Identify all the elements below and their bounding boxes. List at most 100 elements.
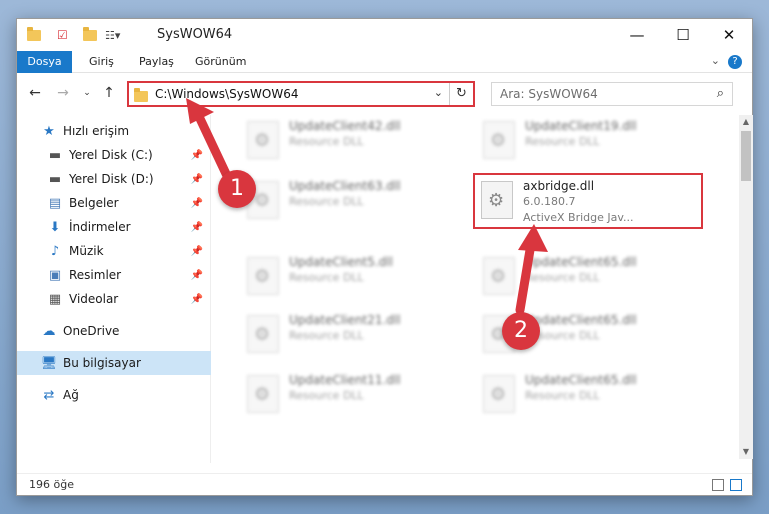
file-type: Resource DLL xyxy=(525,271,600,284)
sidebar-item-videos[interactable]: ▦ Videolar 📌 xyxy=(17,287,211,311)
quick-access-customize-icon[interactable]: ☷▾ xyxy=(105,27,120,43)
file-type: Resource DLL xyxy=(525,389,600,402)
address-dropdown-icon[interactable]: ⌄ xyxy=(434,86,443,99)
scroll-down-icon[interactable]: ▼ xyxy=(739,445,753,459)
file-tile[interactable]: UpdateClient11.dll Resource DLL xyxy=(241,369,471,425)
tab-home[interactable]: Giriş xyxy=(77,51,126,73)
file-name: UpdateClient19.dll xyxy=(525,119,637,133)
help-icon[interactable]: ? xyxy=(728,55,742,69)
address-path[interactable]: C:\Windows\SysWOW64 xyxy=(155,87,299,101)
pin-icon[interactable]: 📌 xyxy=(191,150,203,161)
minimize-button[interactable]: — xyxy=(614,19,660,51)
file-type: Resource DLL xyxy=(289,329,364,342)
file-type: Resource DLL xyxy=(289,195,364,208)
file-tile[interactable]: UpdateClient63.dll Resource DLL xyxy=(241,175,471,231)
folder-icon xyxy=(27,26,41,43)
file-name: UpdateClient63.dll xyxy=(289,179,401,193)
address-bar[interactable]: C:\Windows\SysWOW64 ⌄ ↻ xyxy=(127,81,475,107)
window-title: SysWOW64 xyxy=(157,27,233,42)
sidebar-item-onedrive[interactable]: ☁ OneDrive xyxy=(17,319,211,343)
computer-icon: 🖥 xyxy=(40,355,58,371)
sidebar-item-label: OneDrive xyxy=(63,324,120,338)
explorer-window: ☑ ☷▾ SysWOW64 — ☐ ✕ Dosya Giriş Paylaş G… xyxy=(16,18,753,496)
sidebar-item-this-pc[interactable]: 🖥 Bu bilgisayar xyxy=(17,351,211,375)
file-name: axbridge.dll xyxy=(523,179,595,193)
refresh-button[interactable]: ↻ xyxy=(449,83,473,105)
dll-file-icon xyxy=(483,375,515,413)
sidebar-item-downloads[interactable]: ⬇ İndirmeler 📌 xyxy=(17,215,211,239)
status-bar: 196 öğe xyxy=(17,473,752,495)
properties-icon[interactable]: ☑ xyxy=(57,27,71,43)
item-count: 196 öğe xyxy=(29,478,74,491)
pin-icon[interactable]: 📌 xyxy=(191,222,203,233)
search-icon[interactable]: ⌕ xyxy=(717,86,724,101)
details-view-icon[interactable] xyxy=(712,479,724,491)
file-name: UpdateClient65.dll xyxy=(525,255,637,269)
sidebar-item-pictures[interactable]: ▣ Resimler 📌 xyxy=(17,263,211,287)
search-input[interactable]: Ara: SysWOW64 xyxy=(500,87,598,101)
tab-share[interactable]: Paylaş xyxy=(127,51,186,73)
dll-file-icon xyxy=(247,315,279,353)
file-name: UpdateClient11.dll xyxy=(289,373,401,387)
download-icon: ⬇ xyxy=(49,219,61,235)
dll-file-icon xyxy=(247,257,279,295)
network-icon: ⇄ xyxy=(43,387,55,403)
pictures-icon: ▣ xyxy=(48,267,62,283)
new-folder-icon[interactable] xyxy=(83,26,97,43)
dll-file-icon xyxy=(483,257,515,295)
file-type: Resource DLL xyxy=(289,135,364,148)
file-tile[interactable]: UpdateClient21.dll Resource DLL xyxy=(241,309,471,365)
recent-locations-button[interactable]: ⌄ xyxy=(77,83,97,103)
file-type: Resource DLL xyxy=(289,389,364,402)
sidebar-item-disk-c[interactable]: ▬ Yerel Disk (C:) 📌 xyxy=(17,143,211,167)
maximize-button[interactable]: ☐ xyxy=(660,19,706,51)
step-badge-1: 1 xyxy=(218,170,256,208)
videos-icon: ▦ xyxy=(48,291,62,307)
vertical-scrollbar[interactable]: ▲ ▼ xyxy=(739,115,753,459)
up-button[interactable]: ↑ xyxy=(99,83,119,103)
file-tile[interactable]: UpdateClient65.dll Resource DLL xyxy=(477,369,707,425)
forward-button[interactable]: → xyxy=(53,83,73,103)
documents-icon: ▤ xyxy=(48,195,62,211)
file-tile[interactable]: UpdateClient19.dll Resource DLL xyxy=(477,115,707,171)
navigation-bar: ← → ⌄ ↑ C:\Windows\SysWOW64 ⌄ ↻ Ara: Sys… xyxy=(17,77,752,109)
search-box[interactable]: Ara: SysWOW64 ⌕ xyxy=(491,82,733,106)
back-button[interactable]: ← xyxy=(25,83,45,103)
sidebar-item-quick-access[interactable]: ★ Hızlı erişim xyxy=(17,119,211,143)
sidebar-item-label: Ağ xyxy=(63,388,79,402)
sidebar-item-music[interactable]: ♪ Müzik 📌 xyxy=(17,239,211,263)
drive-icon: ▬ xyxy=(48,171,62,187)
sidebar-item-network[interactable]: ⇄ Ağ xyxy=(17,383,211,407)
scroll-up-icon[interactable]: ▲ xyxy=(739,115,753,129)
pin-icon[interactable]: 📌 xyxy=(191,246,203,257)
pin-icon[interactable]: 📌 xyxy=(191,270,203,281)
sidebar-item-disk-d[interactable]: ▬ Yerel Disk (D:) 📌 xyxy=(17,167,211,191)
large-icons-view-icon[interactable] xyxy=(730,479,742,491)
file-name: UpdateClient65.dll xyxy=(525,373,637,387)
pin-icon[interactable]: 📌 xyxy=(191,174,203,185)
file-type: Resource DLL xyxy=(289,271,364,284)
step-badge-2: 2 xyxy=(502,312,540,350)
title-bar: ☑ ☷▾ SysWOW64 — ☐ ✕ xyxy=(17,19,752,51)
dll-file-icon xyxy=(483,121,515,159)
pin-icon[interactable]: 📌 xyxy=(191,198,203,209)
star-icon: ★ xyxy=(43,123,55,139)
ribbon-expand-icon[interactable]: ⌄ xyxy=(711,54,720,67)
axbridge-file-tile[interactable]: axbridge.dll 6.0.180.7 ActiveX Bridge Ja… xyxy=(473,173,703,229)
file-tile[interactable]: UpdateClient42.dll Resource DLL xyxy=(241,115,471,171)
tab-file[interactable]: Dosya xyxy=(17,51,72,73)
file-tile[interactable]: UpdateClient65.dll Resource DLL xyxy=(477,251,707,307)
sidebar-item-documents[interactable]: ▤ Belgeler 📌 xyxy=(17,191,211,215)
dll-file-icon xyxy=(481,181,513,219)
sidebar-item-label: Videolar xyxy=(69,292,119,306)
file-tile[interactable]: UpdateClient5.dll Resource DLL xyxy=(241,251,471,307)
sidebar-item-label: İndirmeler xyxy=(69,220,131,234)
dll-file-icon xyxy=(247,121,279,159)
file-list: UpdateClient42.dll Resource DLL UpdateCl… xyxy=(217,115,739,459)
ribbon-tabs: Dosya Giriş Paylaş Görünüm ⌄ ? xyxy=(17,51,752,73)
close-button[interactable]: ✕ xyxy=(706,19,752,51)
tab-view[interactable]: Görünüm xyxy=(183,51,258,73)
sidebar-item-label: Hızlı erişim xyxy=(63,124,130,138)
pin-icon[interactable]: 📌 xyxy=(191,294,203,305)
scroll-thumb[interactable] xyxy=(741,131,751,181)
